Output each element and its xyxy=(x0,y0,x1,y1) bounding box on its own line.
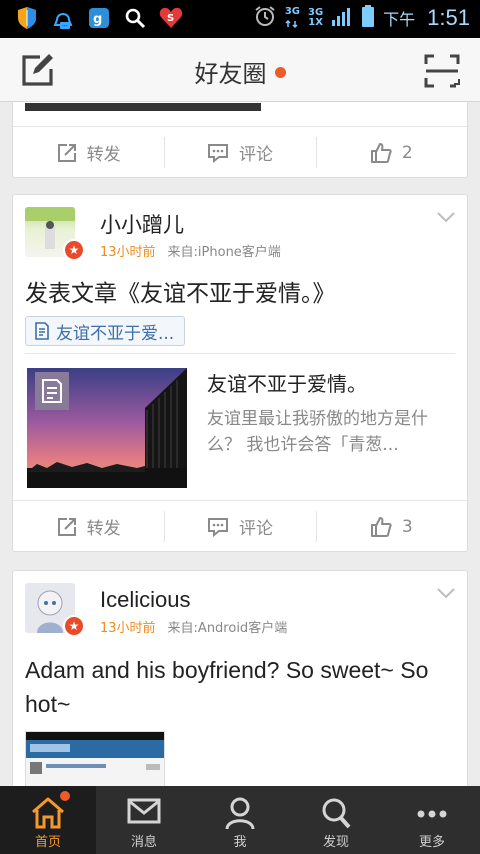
post-card: 转发 评论 2 xyxy=(12,102,468,178)
like-button[interactable]: 3 xyxy=(315,501,467,552)
thumbs-up-icon xyxy=(370,142,392,163)
like-button[interactable]: 2 xyxy=(315,127,467,178)
shield-icon xyxy=(14,5,40,31)
article-thumbnail xyxy=(27,368,187,488)
page-title: 好友圈 xyxy=(0,54,480,89)
post-time: 13小时前 xyxy=(100,621,156,636)
comment-icon xyxy=(207,143,228,163)
signal-icon xyxy=(331,5,353,31)
battery-icon xyxy=(361,4,375,32)
app-icon: g xyxy=(86,5,112,31)
post-source: 来自:iPhone客户端 xyxy=(167,245,281,260)
comment-icon xyxy=(207,517,228,537)
heart-app-icon: S xyxy=(158,5,184,31)
post-meta: 13小时前 来自:Android客户端 xyxy=(100,617,287,636)
verified-badge-icon: ★ xyxy=(63,615,85,637)
post-card: ★ Icelicious 13小时前 来自:Android客户端 Adam and… xyxy=(12,570,468,786)
post-meta: 13小时前 来自:iPhone客户端 xyxy=(100,241,281,260)
article-title: 友谊不亚于爱情。 xyxy=(207,372,367,396)
qq-notification-icon: ··· xyxy=(50,5,76,31)
home-icon xyxy=(32,797,64,829)
post-card: ★ 小小蹭儿 13小时前 来自:iPhone客户端 发表文章《友谊不亚于爱情。》 … xyxy=(12,194,468,552)
network-indicator: 3G xyxy=(285,7,300,29)
chevron-down-icon[interactable] xyxy=(437,587,455,599)
feed: 转发 评论 2 ★ 小小蹭儿 13小时前 来自:iPhone客户端 发表文章《友谊… xyxy=(0,102,480,786)
search-icon xyxy=(122,5,148,31)
svg-text:···: ··· xyxy=(62,23,68,30)
verified-badge-icon: ★ xyxy=(63,239,85,261)
chevron-down-icon[interactable] xyxy=(437,211,455,223)
bottom-nav: 首页 消息 我 发现 更多 xyxy=(0,786,480,854)
tab-more[interactable]: 更多 xyxy=(384,786,480,854)
repost-icon xyxy=(57,517,76,536)
more-icon xyxy=(417,810,447,818)
person-icon xyxy=(225,797,255,830)
notification-dot xyxy=(274,67,286,78)
tab-discover[interactable]: 发现 xyxy=(288,786,384,854)
username[interactable]: Icelicious xyxy=(100,587,190,613)
search-icon xyxy=(322,798,351,829)
comment-button[interactable]: 评论 xyxy=(164,127,315,178)
notification-dot xyxy=(60,791,70,801)
document-icon xyxy=(35,322,49,340)
time-prefix: 下午 xyxy=(383,10,416,29)
signal-network-label: 3G 1X xyxy=(307,7,324,28)
scan-icon[interactable] xyxy=(424,54,460,88)
post-image[interactable] xyxy=(25,731,165,786)
article-description: 友谊里最让我骄傲的地方是什么？ 我也许会答「青葱... xyxy=(207,409,428,455)
post-time: 13小时前 xyxy=(100,245,156,260)
repost-button[interactable]: 转发 xyxy=(13,127,164,178)
status-bar: ··· g S 3G 3G 1X 下午 1:51 xyxy=(0,0,480,38)
svg-text:S: S xyxy=(167,13,174,24)
post-source: 来自:Android客户端 xyxy=(167,621,288,636)
alarm-icon xyxy=(253,4,277,32)
svg-text:g: g xyxy=(93,12,102,27)
tab-home[interactable]: 首页 xyxy=(0,786,96,854)
comment-button[interactable]: 评论 xyxy=(164,501,315,552)
username[interactable]: 小小蹭儿 xyxy=(100,209,184,239)
header: 好友圈 xyxy=(0,38,480,102)
repost-icon xyxy=(57,143,76,162)
article-preview[interactable]: 友谊不亚于爱情。 友谊里最让我骄傲的地方是什么？ 我也许会答「青葱... xyxy=(25,353,455,499)
clock: 1:51 xyxy=(427,5,470,30)
post-text: Adam and his boyfriend? So sweet~ So hot… xyxy=(25,657,429,717)
mail-icon xyxy=(127,798,161,824)
repost-button[interactable]: 转发 xyxy=(13,501,164,552)
article-link-tag[interactable]: 友谊不亚于爱... xyxy=(25,316,186,346)
post-actions: 转发 评论 3 xyxy=(13,500,467,552)
tab-messages[interactable]: 消息 xyxy=(96,786,192,854)
post-image[interactable] xyxy=(25,103,261,111)
thumbs-up-icon xyxy=(370,516,392,537)
tab-me[interactable]: 我 xyxy=(192,786,288,854)
post-actions: 转发 评论 2 xyxy=(13,126,467,178)
post-text: 发表文章《友谊不亚于爱情。》 xyxy=(25,281,336,307)
